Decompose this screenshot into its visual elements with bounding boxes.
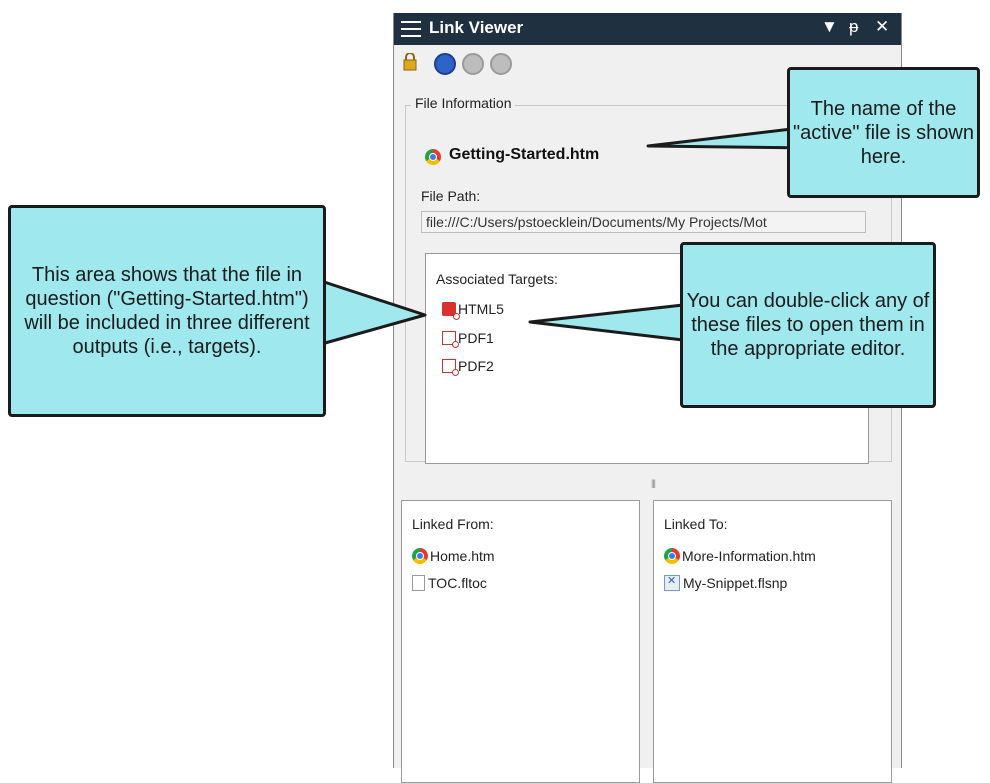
targets-area-callout-text: This area shows that the file in questio… [24, 264, 310, 358]
targets-area-callout: This area shows that the file in questio… [8, 205, 326, 417]
active-file-callout: The name of the "active" file is shown h… [787, 67, 980, 198]
double-click-callout-pointer [528, 303, 685, 342]
targets-area-callout-pointer [316, 278, 427, 347]
double-click-callout: You can double-click any of these files … [680, 242, 936, 408]
active-file-callout-text: The name of the "active" file is shown h… [793, 97, 974, 168]
double-click-callout-text: You can double-click any of these files … [686, 290, 930, 360]
